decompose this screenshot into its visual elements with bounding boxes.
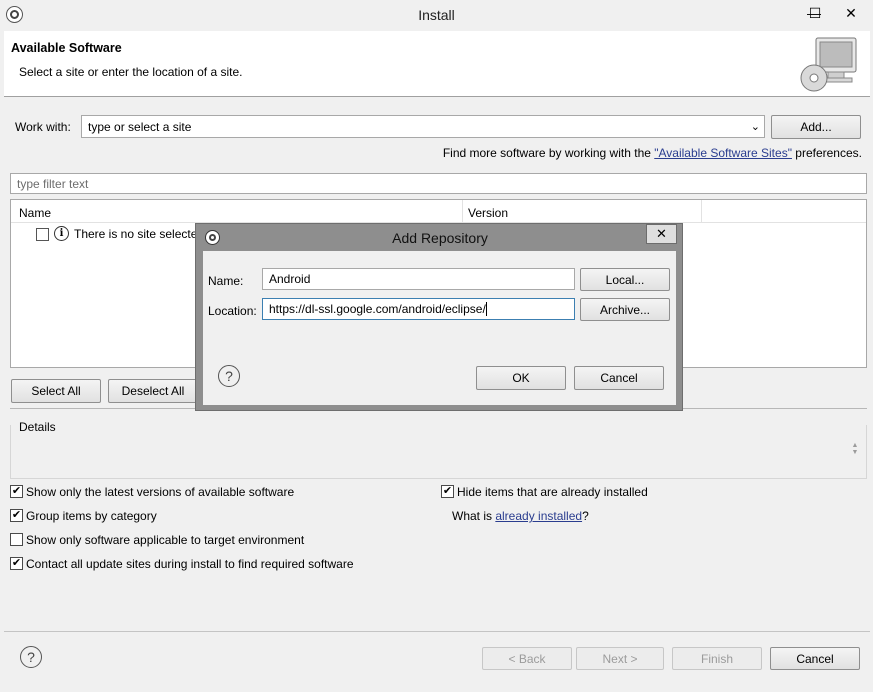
footer-divider	[4, 631, 870, 632]
name-label: Name:	[208, 274, 244, 288]
text-cursor	[485, 302, 487, 316]
back-button[interactable]: < Back	[482, 647, 572, 670]
computer-cd-icon	[800, 37, 857, 92]
hide-installed-label: Hide items that are already installed	[457, 485, 648, 499]
group-by-category-label: Group items by category	[26, 509, 157, 523]
find-more-suffix: preferences.	[791, 146, 862, 160]
location-value: https://dl-ssl.google.com/android/eclips…	[269, 302, 486, 316]
title-bar: Install — ☐ ✕	[0, 0, 873, 31]
dialog-title: Add Repository	[392, 230, 488, 246]
work-with-label: Work with:	[15, 120, 71, 134]
work-with-combo[interactable]: type or select a site ⌄	[81, 115, 765, 138]
details-scroll-arrows[interactable]: ▲ ▼	[849, 442, 861, 458]
dialog-help-icon[interactable]: ?	[218, 365, 240, 387]
details-box	[10, 425, 867, 479]
add-repository-dialog: Add Repository ✕ Name: Android Local... …	[195, 223, 683, 411]
table-row[interactable]: There is no site selected.	[74, 227, 207, 241]
filter-input[interactable]: type filter text	[10, 173, 867, 194]
deselect-all-button[interactable]: Deselect All	[108, 379, 198, 403]
ok-button[interactable]: OK	[476, 366, 566, 390]
available-software-sites-link[interactable]: "Available Software Sites"	[654, 146, 792, 160]
location-label: Location:	[208, 304, 257, 318]
applicable-only-checkbox[interactable]	[10, 533, 23, 546]
what-is-installed-text: What is already installed?	[452, 509, 589, 523]
location-field[interactable]: https://dl-ssl.google.com/android/eclips…	[262, 298, 575, 320]
close-window-button[interactable]: ✕	[836, 2, 866, 24]
archive-button[interactable]: Archive...	[580, 298, 670, 321]
hide-installed-checkbox[interactable]: ✔	[441, 485, 454, 498]
contact-all-label: Contact all update sites during install …	[26, 557, 354, 571]
row-checkbox[interactable]	[36, 228, 49, 241]
column-divider	[701, 200, 702, 223]
page-subtitle: Select a site or enter the location of a…	[19, 65, 243, 79]
what-is-suffix: ?	[582, 509, 589, 523]
group-by-category-checkbox[interactable]: ✔	[10, 509, 23, 522]
find-more-prefix: Find more software by working with the	[442, 146, 655, 160]
column-header-name[interactable]: Name	[19, 206, 51, 220]
help-icon[interactable]: ?	[20, 646, 42, 668]
table-header: Name Version	[11, 200, 866, 223]
page-title: Available Software	[11, 41, 122, 55]
info-icon: i	[54, 226, 69, 241]
work-with-value: type or select a site	[88, 119, 192, 134]
find-more-text: Find more software by working with the "…	[443, 146, 862, 160]
show-latest-label: Show only the latest versions of availab…	[26, 485, 295, 499]
dialog-close-button[interactable]: ✕	[646, 224, 677, 244]
column-divider	[462, 200, 463, 223]
already-installed-link[interactable]: already installed	[495, 509, 582, 523]
add-site-button[interactable]: Add...	[771, 115, 861, 139]
cancel-button[interactable]: Cancel	[770, 647, 860, 670]
show-latest-checkbox[interactable]: ✔	[10, 485, 23, 498]
chevron-down-icon[interactable]: ⌄	[751, 120, 760, 133]
column-header-version[interactable]: Version	[468, 206, 508, 220]
dialog-body: Name: Android Local... Location: https:/…	[203, 251, 676, 405]
applicable-only-label: Show only software applicable to target …	[26, 533, 305, 547]
contact-all-checkbox[interactable]: ✔	[10, 557, 23, 570]
next-button[interactable]: Next >	[576, 647, 664, 670]
select-all-button[interactable]: Select All	[11, 379, 101, 403]
name-field[interactable]: Android	[262, 268, 575, 290]
window-title: Install	[418, 7, 455, 23]
details-label: Details	[19, 420, 59, 434]
dialog-cancel-button[interactable]: Cancel	[574, 366, 664, 390]
finish-button[interactable]: Finish	[672, 647, 762, 670]
wizard-header: Available Software Select a site or ente…	[4, 31, 870, 97]
local-button[interactable]: Local...	[580, 268, 670, 291]
what-is-prefix: What is	[452, 509, 496, 523]
maximize-button[interactable]: ☐	[800, 2, 830, 24]
